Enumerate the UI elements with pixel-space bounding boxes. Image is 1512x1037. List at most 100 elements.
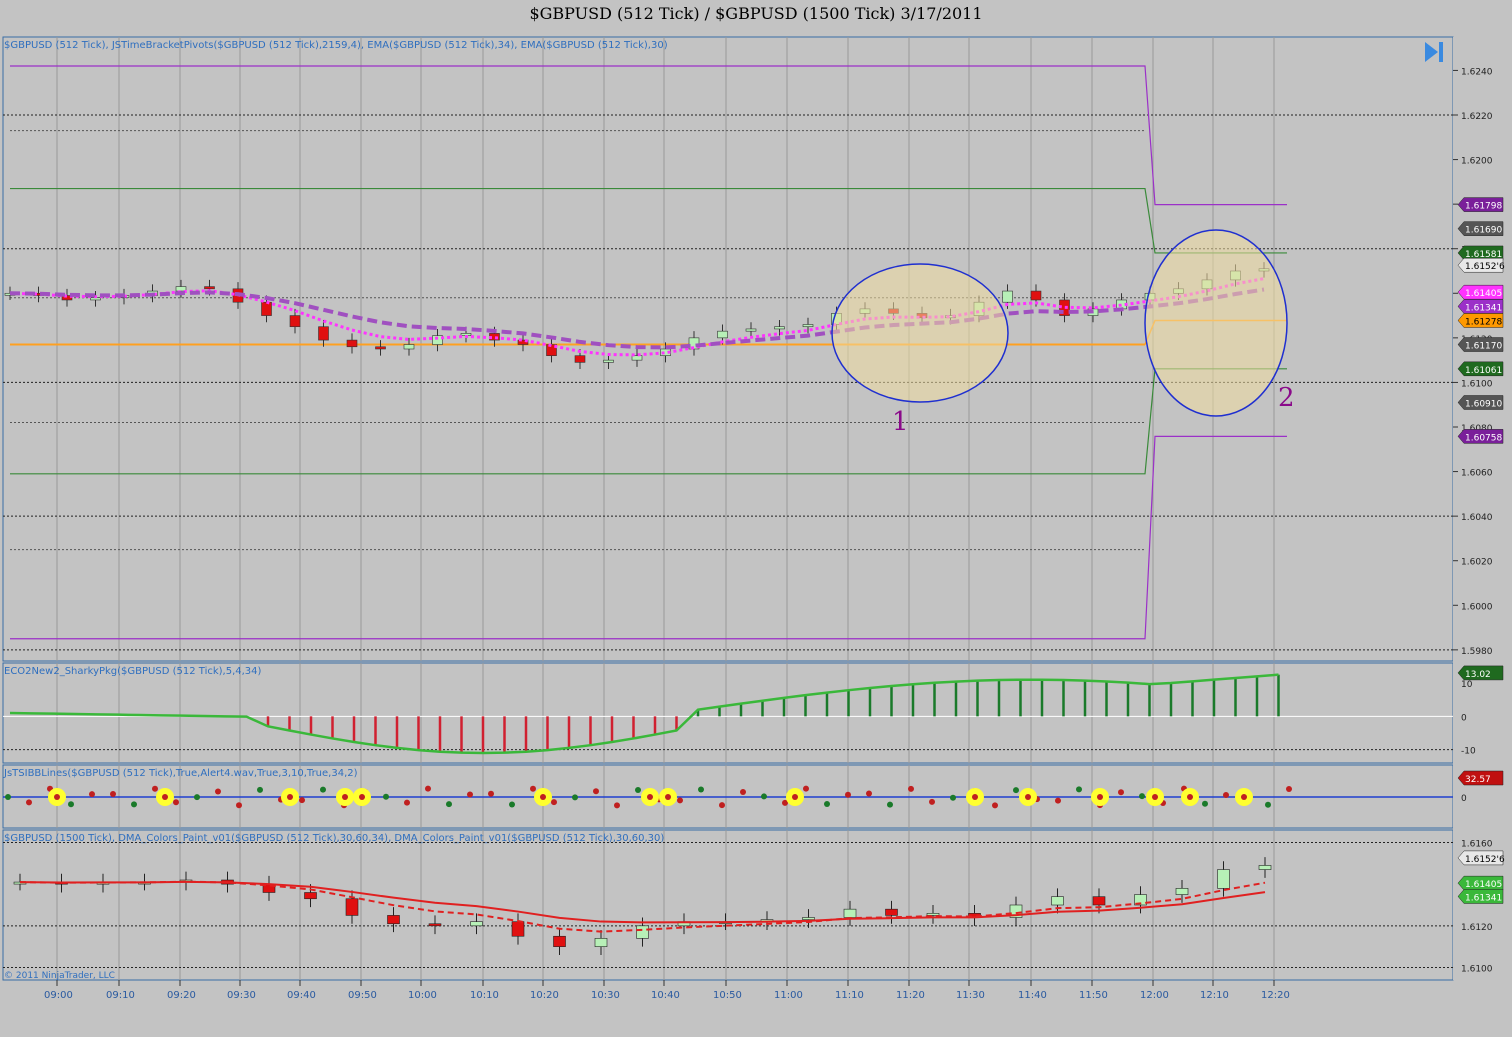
candle [745, 328, 757, 332]
candle [1175, 888, 1189, 895]
price-flag-text: 13.02 [1465, 670, 1491, 680]
candle [1030, 290, 1042, 301]
signal-dot [740, 789, 746, 796]
candle [717, 330, 728, 339]
candle [802, 324, 814, 328]
x-tick-label: 09:40 [287, 990, 316, 1001]
signal-dot [152, 785, 158, 792]
x-tick-label: 10:40 [651, 990, 680, 1001]
signal-dot [299, 797, 305, 804]
price-flag-text: 1.61278 [1465, 317, 1502, 327]
price-flag: 1.6152'6 [1457, 257, 1505, 273]
x-tick-label: 09:00 [44, 990, 73, 1001]
price-flag-text: 1.61798 [1465, 202, 1502, 212]
y-tick-label: 1.6000 [1461, 602, 1493, 612]
alert-marker-center [1241, 794, 1247, 800]
signal-dot [173, 799, 179, 806]
signal-dot [887, 801, 893, 808]
htf-flag: 1.61405 [1457, 875, 1504, 891]
candle [345, 898, 359, 916]
signal-dot [509, 801, 515, 808]
candle [403, 344, 415, 350]
y-tick-label: 0 [1461, 794, 1467, 804]
signal-dot [68, 801, 74, 808]
candle [261, 301, 272, 316]
alert-marker-center [1025, 794, 1031, 800]
signal-dot [215, 788, 221, 795]
signal-dot [1055, 797, 1061, 804]
price-flag: 1.61581 [1457, 245, 1504, 261]
candle [594, 938, 608, 947]
candle [802, 917, 815, 920]
alert-marker-center [287, 794, 293, 800]
signal-dot [719, 802, 725, 809]
signal-dot [1118, 789, 1124, 796]
candle [926, 913, 940, 916]
signal-dot [194, 794, 200, 801]
candle [289, 315, 301, 328]
candle [1258, 865, 1272, 870]
annotation-label-2: 2 [1278, 383, 1295, 413]
candle [1092, 896, 1106, 906]
x-tick-label: 10:10 [470, 990, 499, 1001]
candle [204, 286, 215, 290]
x-tick-label: 12:10 [1200, 990, 1229, 1001]
copyright: © 2011 NinjaTrader, LLC [4, 971, 115, 981]
signal-dot [89, 791, 95, 798]
x-tick-label: 11:20 [896, 990, 925, 1001]
y-tick-label: 10 [1461, 680, 1473, 690]
candle [1002, 290, 1013, 303]
candle [603, 359, 614, 363]
price-flag-text: 1.60758 [1465, 433, 1502, 443]
x-tick-label: 11:10 [835, 990, 864, 1001]
chart-canvas[interactable]: $GBPUSD (512 Tick), JSTimeBracketPivots(… [0, 0, 1512, 1037]
x-tick-label: 10:50 [713, 990, 742, 1001]
x-tick-label: 09:50 [348, 990, 377, 1001]
candle [387, 915, 400, 925]
price-flag: 1.61278 [1457, 313, 1504, 328]
candle [470, 921, 483, 927]
price-flag-text: 1.61690 [1465, 226, 1502, 236]
x-tick-label: 11:40 [1018, 990, 1047, 1001]
signal-dot [908, 785, 914, 792]
price-flag: 1.61690 [1457, 221, 1504, 236]
price-flag-text: 1.61341 [1465, 303, 1502, 313]
y-tick-label: 1.6120 [1461, 923, 1493, 933]
x-tick-label: 12:00 [1140, 990, 1169, 1001]
tsi-flag: 32.57 [1457, 770, 1504, 786]
candle [574, 355, 586, 363]
price-flag-text: 1.61170 [1465, 342, 1502, 352]
alert-marker-center [647, 794, 653, 800]
alert-marker-center [540, 794, 546, 800]
candle [346, 339, 358, 348]
y-tick-label: 1.6240 [1461, 67, 1493, 77]
price-flag: 1.60910 [1457, 395, 1504, 410]
annotation-label-1: 1 [892, 407, 909, 437]
price-flag: 1.61798 [1457, 197, 1504, 212]
signal-dot [320, 786, 326, 793]
signal-dot [824, 800, 830, 807]
candle [318, 326, 329, 341]
y-tick-label: 0 [1461, 713, 1467, 723]
price-flag-text: 1.61341 [1465, 893, 1502, 903]
y-tick-label: 1.6040 [1461, 513, 1493, 523]
signal-dot [761, 793, 767, 800]
signal-dot [5, 794, 11, 800]
price-flag-text: 1.61405 [1465, 289, 1502, 299]
htf-flag: 1.6152'6 [1457, 850, 1505, 866]
y-tick-label: 1.6100 [1461, 379, 1493, 389]
signal-dot [236, 802, 242, 809]
x-tick-label: 11:30 [956, 990, 985, 1001]
annotation-ellipse-2 [1144, 229, 1288, 417]
candle [843, 908, 857, 918]
y-tick-label: 1.6160 [1461, 840, 1493, 850]
signal-dot [572, 794, 578, 801]
signal-dot [26, 799, 32, 806]
candle [375, 346, 386, 350]
signal-dot [488, 790, 494, 797]
signal-dot [635, 786, 641, 793]
osc-flag: 13.02 [1457, 665, 1504, 681]
price-flag: 1.61170 [1457, 337, 1504, 352]
candle [304, 892, 317, 900]
price-flag: 1.60758 [1457, 429, 1504, 444]
